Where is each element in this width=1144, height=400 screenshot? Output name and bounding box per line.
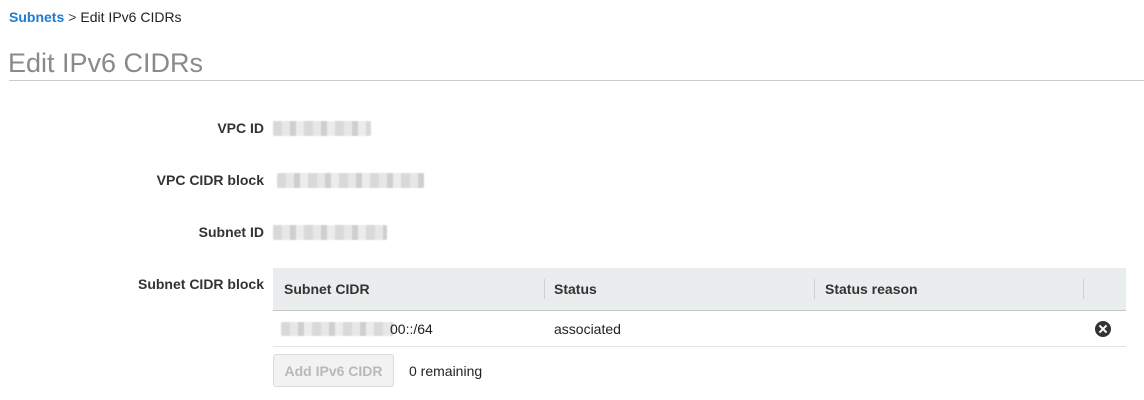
add-ipv6-cidr-button[interactable]: Add IPv6 CIDR xyxy=(273,354,394,387)
subnet-id-label: Subnet ID xyxy=(198,224,264,240)
remaining-count: 0 remaining xyxy=(409,363,483,379)
vpc-cidr-block-label: VPC CIDR block xyxy=(156,172,264,188)
breadcrumb-subnets-link[interactable]: Subnets xyxy=(9,9,64,25)
vpc-id-value-redacted xyxy=(273,121,371,136)
table-row: 00::/64 associated xyxy=(273,311,1126,347)
subnet-cidr-table: Subnet CIDR Status Status reason 00::/64… xyxy=(273,268,1126,347)
table-header: Subnet CIDR Status Status reason xyxy=(273,268,1126,311)
column-divider xyxy=(1083,279,1084,299)
subnet-cidr-prefix-redacted xyxy=(281,322,393,336)
breadcrumb-separator: > xyxy=(68,9,77,25)
status-value: associated xyxy=(554,321,621,337)
column-header-status: Status xyxy=(554,281,597,297)
vpc-id-label: VPC ID xyxy=(217,120,264,136)
column-header-subnet-cidr: Subnet CIDR xyxy=(284,281,370,297)
title-divider xyxy=(9,80,1144,81)
page-title: Edit IPv6 CIDRs xyxy=(8,48,204,78)
subnet-cidr-block-label: Subnet CIDR block xyxy=(137,276,264,292)
breadcrumb: Subnets > Edit IPv6 CIDRs xyxy=(9,9,182,25)
column-divider xyxy=(814,279,815,299)
column-divider xyxy=(544,279,545,299)
remove-cidr-icon[interactable] xyxy=(1095,321,1111,337)
vpc-cidr-block-value-redacted xyxy=(277,173,424,188)
subnet-cidr-value: 00::/64 xyxy=(390,321,433,337)
column-header-status-reason: Status reason xyxy=(825,281,918,297)
breadcrumb-current: Edit IPv6 CIDRs xyxy=(80,9,182,25)
subnet-id-value-redacted xyxy=(273,225,387,240)
